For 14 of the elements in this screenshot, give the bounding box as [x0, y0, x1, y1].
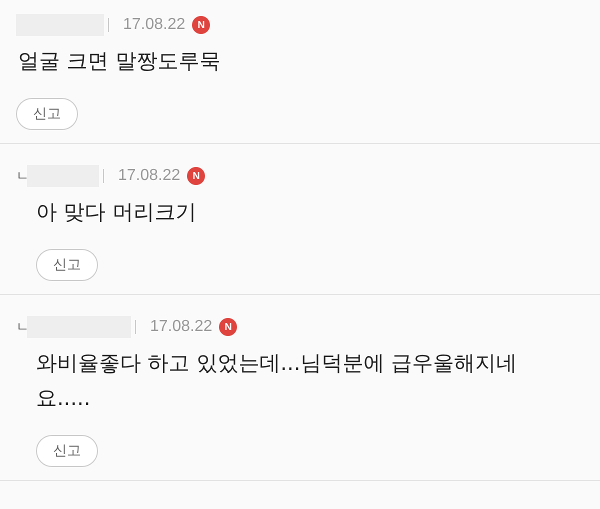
comment-text: 얼굴 크면 말짱도루묵 [17, 48, 222, 75]
new-badge: N [192, 16, 210, 34]
comment-date: 17.08.22 [118, 167, 180, 185]
comment-text: 와비율좋다 하고 있었는데...님덕분에 급우울해지네요..... [35, 350, 518, 412]
new-badge: N [187, 167, 206, 185]
comment-text: 아 맞다 머리크기 [35, 199, 198, 226]
report-button[interactable]: 신고 [16, 98, 78, 130]
reply-mark: ㄴ [16, 168, 27, 185]
new-badge: N [219, 318, 238, 336]
reply-mark: ㄴ [16, 319, 27, 336]
report-button[interactable]: 신고 [36, 435, 98, 467]
comment-date: 17.08.22 [123, 16, 186, 34]
report-button[interactable]: 신고 [36, 249, 98, 281]
comment-date: 17.08.22 [150, 318, 212, 336]
